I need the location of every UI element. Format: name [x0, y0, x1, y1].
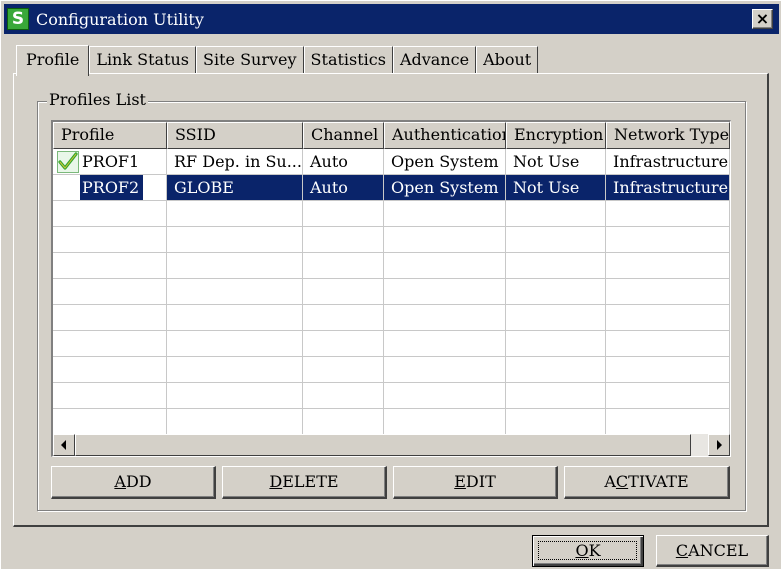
tab-statistics[interactable]: Statistics: [303, 46, 393, 74]
delete-button[interactable]: DELETE: [222, 466, 387, 499]
column-header-ssid[interactable]: SSID: [167, 122, 303, 149]
arrow-right-icon: [717, 440, 722, 450]
column-header-authentication[interactable]: Authentication: [384, 122, 506, 149]
profiles-list-view[interactable]: Profile SSID Channel Authentication Encr…: [51, 120, 731, 457]
table-row[interactable]: PROF2 GLOBE Auto Open System Not Use Inf…: [53, 175, 730, 201]
horizontal-scrollbar[interactable]: [53, 434, 730, 456]
cell-authentication: Open System: [384, 149, 506, 175]
cell-profile: PROF1: [53, 149, 167, 175]
column-header-profile[interactable]: Profile: [53, 122, 167, 149]
ok-button[interactable]: OK: [532, 535, 644, 567]
scroll-left-button[interactable]: [53, 434, 75, 456]
title-bar[interactable]: S Configuration Utility ×: [4, 4, 779, 34]
cell-ssid: GLOBE: [167, 175, 303, 201]
scrollbar-thumb[interactable]: [75, 434, 691, 456]
profiles-list-label: Profiles List: [47, 90, 148, 110]
edit-button[interactable]: EDIT: [393, 466, 558, 499]
cell-authentication: Open System: [384, 175, 506, 201]
cancel-button[interactable]: CANCEL: [656, 535, 769, 567]
add-button[interactable]: ADD: [51, 466, 216, 499]
column-header-encryption[interactable]: Encryption: [506, 122, 606, 149]
app-icon: S: [7, 8, 29, 30]
cell-network-type: Infrastructure: [606, 149, 730, 175]
focus-rectangle: [538, 541, 637, 560]
close-button[interactable]: ×: [752, 9, 773, 29]
cell-encryption: Not Use: [506, 175, 606, 201]
tab-about[interactable]: About: [476, 46, 539, 74]
table-row[interactable]: PROF1 RF Dep. in Su... Auto Open System …: [53, 149, 730, 175]
empty-rows: [53, 201, 730, 456]
cell-ssid: RF Dep. in Su...: [167, 149, 303, 175]
cell-encryption: Not Use: [506, 149, 606, 175]
scroll-right-button[interactable]: [708, 434, 730, 456]
tab-strip: Profile Link Status Site Survey Statisti…: [16, 43, 539, 76]
configuration-utility-window: S Configuration Utility × Profile Link S…: [0, 0, 781, 569]
tab-site-survey[interactable]: Site Survey: [196, 46, 304, 74]
window-title: Configuration Utility: [36, 9, 204, 29]
green-check-icon: [57, 151, 79, 173]
cell-channel: Auto: [303, 149, 384, 175]
cell-network-type: Infrastructure: [606, 175, 730, 201]
column-header-network-type[interactable]: Network Type: [606, 122, 730, 149]
column-header-channel[interactable]: Channel: [303, 122, 384, 149]
arrow-left-icon: [61, 440, 66, 450]
cell-channel: Auto: [303, 175, 384, 201]
tab-advance[interactable]: Advance: [392, 46, 477, 74]
tab-profile[interactable]: Profile: [16, 45, 90, 76]
tab-link-status[interactable]: Link Status: [89, 46, 197, 74]
close-icon: ×: [755, 9, 770, 28]
cell-profile: PROF2: [53, 175, 167, 201]
list-header: Profile SSID Channel Authentication Encr…: [53, 122, 730, 149]
activate-button[interactable]: ACTIVATE: [564, 466, 730, 499]
